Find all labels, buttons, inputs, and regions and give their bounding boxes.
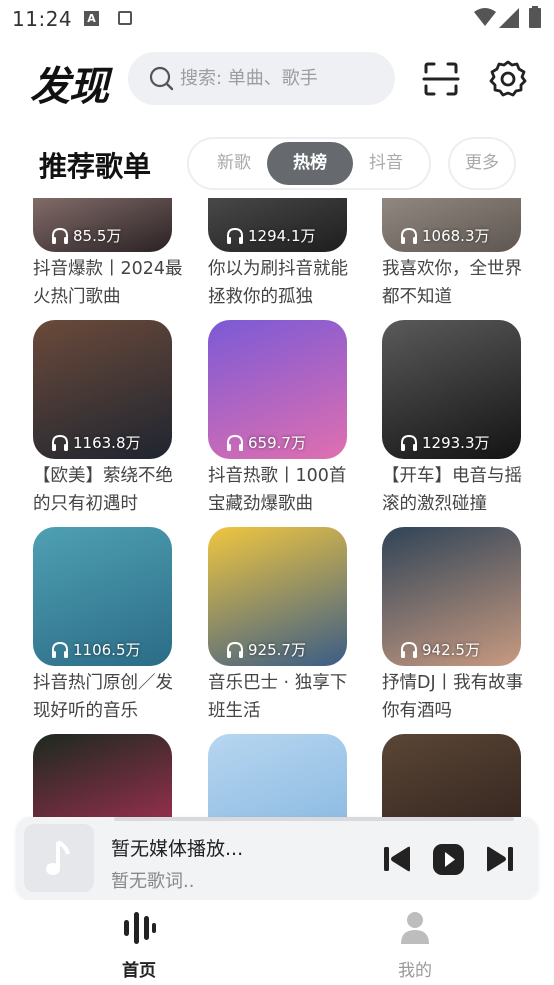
wifi-icon xyxy=(474,8,496,26)
play-count-text: 1106.5万 xyxy=(73,641,141,659)
tab-new-songs[interactable]: 新歌 xyxy=(197,142,271,185)
playlist-title[interactable]: 抖音热门原创／发现好听的音乐 xyxy=(33,669,183,725)
status-time: 11:24 xyxy=(12,7,73,31)
headphones-icon xyxy=(52,227,68,244)
playlist-card[interactable]: 1294.1万你以为刷抖音就能拯救你的孤独 xyxy=(208,198,368,311)
player-lyric: 暂无歌词.. xyxy=(111,871,195,892)
playlist-title[interactable]: 【开车】电音与摇滚的激烈碰撞 xyxy=(382,462,532,518)
notification-a-icon: A xyxy=(84,11,99,26)
tab-group: 新歌 热榜 抖音 xyxy=(187,137,431,190)
headphones-icon xyxy=(401,434,417,451)
previous-icon[interactable] xyxy=(382,845,414,873)
tab-hot-chart[interactable]: 热榜 xyxy=(267,142,353,185)
playlist-cover[interactable]: 925.7万 xyxy=(208,527,347,666)
playlist-title[interactable]: 抖音热歌丨100首宝藏劲爆歌曲 xyxy=(208,462,358,518)
playlist-cover[interactable]: 1163.8万 xyxy=(33,320,172,459)
section-title: 推荐歌单 xyxy=(39,150,152,183)
play-count-text: 925.7万 xyxy=(248,641,306,659)
player-progress-bar[interactable] xyxy=(114,817,514,821)
headphones-icon xyxy=(52,434,68,451)
nav-mine-label: 我的 xyxy=(398,961,432,981)
mini-player[interactable]: 暂无媒体播放... 暂无歌词.. xyxy=(16,817,538,899)
playlist-card[interactable]: 1106.5万抖音热门原创／发现好听的音乐 xyxy=(33,527,193,725)
user-icon xyxy=(401,912,429,944)
playlist-card[interactable]: 1293.3万【开车】电音与摇滚的激烈碰撞 xyxy=(382,320,542,518)
play-count-text: 1068.3万 xyxy=(422,227,490,245)
playlist-card[interactable]: 942.5万抒情DJ丨我有故事你有酒吗 xyxy=(382,527,542,725)
playlist-cover[interactable]: 1293.3万 xyxy=(382,320,521,459)
playlist-card[interactable]: 659.7万抖音热歌丨100首宝藏劲爆歌曲 xyxy=(208,320,368,518)
playlist-grid[interactable]: 85.5万 抖音爆款丨2024最火热门歌曲 1294.1万 你以为刷抖音就能拯救你的孤… xyxy=(0,198,554,898)
playlist-title[interactable]: 抒情DJ丨我有故事你有酒吗 xyxy=(382,669,532,725)
play-count-text: 1294.1万 xyxy=(248,227,316,245)
notification-square-icon xyxy=(118,11,132,25)
headphones-icon xyxy=(227,434,243,451)
play-count: 85.5万 xyxy=(51,224,121,248)
page-title: 发现 xyxy=(30,64,109,110)
play-count-text: 942.5万 xyxy=(422,641,480,659)
play-count-text: 1293.3万 xyxy=(422,434,490,452)
signal-icon xyxy=(499,8,519,28)
settings-icon[interactable] xyxy=(487,58,529,100)
search-icon xyxy=(149,66,174,91)
play-icon[interactable] xyxy=(432,843,465,876)
nav-home-label: 首页 xyxy=(122,961,156,981)
play-count: 659.7万 xyxy=(226,431,306,455)
playlist-title[interactable]: 【欧美】萦绕不绝的只有初遇时 xyxy=(33,462,183,518)
play-count: 942.5万 xyxy=(400,638,480,662)
playlist-title[interactable]: 你以为刷抖音就能拯救你的孤独 xyxy=(208,255,358,311)
play-count: 1068.3万 xyxy=(400,224,490,248)
home-waveform-icon xyxy=(124,912,156,944)
playlist-card[interactable]: 1163.8万【欧美】萦绕不绝的只有初遇时 xyxy=(33,320,193,518)
search-input[interactable] xyxy=(180,52,385,105)
tab-douyin[interactable]: 抖音 xyxy=(349,142,423,185)
playlist-cover[interactable]: 1068.3万 xyxy=(382,198,521,252)
playlist-title[interactable]: 音乐巴士 · 独享下班生活 xyxy=(208,669,358,725)
play-count-text: 85.5万 xyxy=(73,227,122,245)
playlist-cover[interactable]: 1106.5万 xyxy=(33,527,172,666)
next-icon[interactable] xyxy=(483,845,515,873)
battery-icon xyxy=(529,6,541,28)
play-count: 925.7万 xyxy=(226,638,306,662)
playlist-card[interactable]: 1068.3万我喜欢你，全世界都不知道 xyxy=(382,198,542,311)
playlist-title[interactable]: 抖音爆款丨2024最火热门歌曲 xyxy=(33,255,183,311)
headphones-icon xyxy=(401,227,417,244)
playlist-cover[interactable]: 942.5万 xyxy=(382,527,521,666)
player-cover[interactable] xyxy=(24,824,94,892)
headphones-icon xyxy=(227,641,243,658)
playlist-cover[interactable]: 85.5万 xyxy=(33,198,172,252)
play-count: 1293.3万 xyxy=(400,431,490,455)
headphones-icon xyxy=(52,641,68,658)
player-title: 暂无媒体播放... xyxy=(111,838,244,860)
play-count-text: 1163.8万 xyxy=(73,434,141,452)
headphones-icon xyxy=(227,227,243,244)
headphones-icon xyxy=(401,641,417,658)
scan-icon[interactable] xyxy=(420,58,462,100)
playlist-cover[interactable]: 659.7万 xyxy=(208,320,347,459)
search-bar[interactable] xyxy=(128,52,395,105)
playlist-title[interactable]: 我喜欢你，全世界都不知道 xyxy=(382,255,532,311)
play-count: 1294.1万 xyxy=(226,224,316,248)
play-count: 1106.5万 xyxy=(51,638,141,662)
playlist-card[interactable]: 925.7万音乐巴士 · 独享下班生活 xyxy=(208,527,368,725)
nav-home[interactable]: 首页 xyxy=(94,910,184,981)
nav-mine[interactable]: 我的 xyxy=(370,910,460,981)
more-button[interactable]: 更多 xyxy=(448,137,516,190)
play-count: 1163.8万 xyxy=(51,431,141,455)
playlist-card[interactable]: 85.5万抖音爆款丨2024最火热门歌曲 xyxy=(33,198,193,311)
play-count-text: 659.7万 xyxy=(248,434,306,452)
bottom-nav: 首页 我的 xyxy=(0,900,554,985)
playlist-cover[interactable]: 1294.1万 xyxy=(208,198,347,252)
status-bar: 11:24 A xyxy=(0,0,554,38)
music-note-icon xyxy=(46,840,70,875)
